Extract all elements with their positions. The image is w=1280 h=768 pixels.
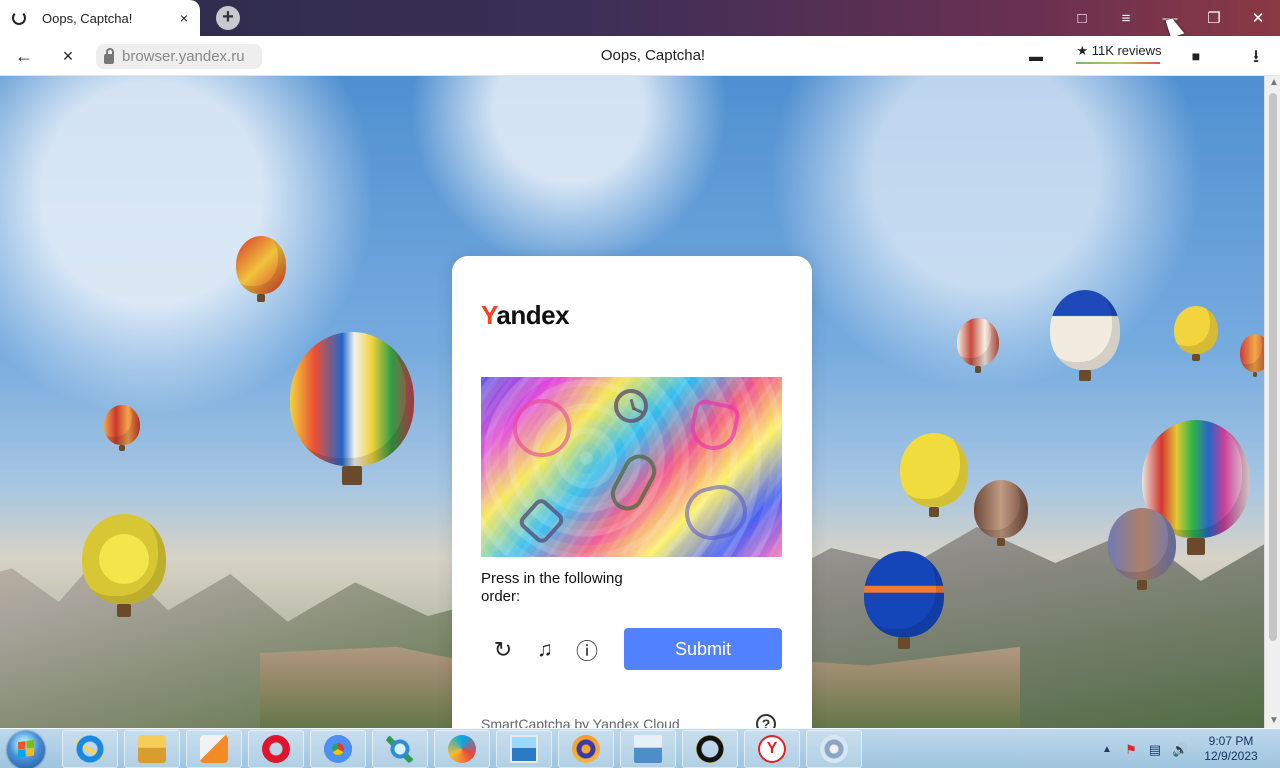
- tab-strip: Oops, Captcha! × + □ ≡ — ❐ ✕: [0, 0, 1280, 38]
- address-bar[interactable]: browser.yandex.ru: [96, 44, 262, 69]
- network-tray-icon[interactable]: ▤: [1148, 743, 1162, 757]
- background-balloon: [1174, 306, 1218, 361]
- page-content: Yandex Press in the following order: ↻ ♫…: [0, 76, 1264, 728]
- background-balloon: [1050, 290, 1120, 382]
- opera-icon[interactable]: [248, 730, 304, 768]
- background-balloon: [864, 551, 944, 650]
- captcha-challenge-image[interactable]: [481, 377, 782, 557]
- background-balloon: [1240, 334, 1264, 378]
- submit-button[interactable]: Submit: [624, 628, 782, 670]
- background-balloon: [1108, 508, 1176, 591]
- background-balloon: [900, 433, 968, 518]
- loading-icon: [12, 11, 26, 25]
- circle-face-icon[interactable]: [513, 399, 571, 457]
- captcha-instruction: Press in the following order:: [481, 570, 623, 605]
- support-icon[interactable]: [682, 730, 738, 768]
- restore-icon[interactable]: ❐: [1192, 0, 1236, 36]
- scrollbar-thumb[interactable]: [1269, 93, 1277, 641]
- browser-menu-icon[interactable]: ≡: [1104, 0, 1148, 36]
- key-icon[interactable]: [516, 495, 567, 547]
- scroll-down-icon[interactable]: ▼: [1269, 716, 1279, 726]
- photo-viewer-icon[interactable]: [496, 730, 552, 768]
- clock-time: 9:07 PM: [1208, 734, 1254, 748]
- vpn-icon[interactable]: [434, 730, 490, 768]
- captcha-card: Yandex Press in the following order: ↻ ♫…: [452, 256, 812, 728]
- stop-loading-icon[interactable]: ×: [58, 46, 78, 66]
- reviews-rating-bar: [1076, 62, 1160, 64]
- show-hidden-icons-icon[interactable]: ▲: [1100, 743, 1114, 757]
- download-icon[interactable]: ⭳: [1246, 46, 1266, 66]
- disk-icon[interactable]: [806, 730, 862, 768]
- action-center-flag-icon[interactable]: ⚑: [1124, 743, 1138, 757]
- info-icon[interactable]: ⓘ: [575, 638, 599, 664]
- bookmark-icon[interactable]: ■: [1186, 46, 1206, 66]
- background-balloon: [974, 480, 1028, 547]
- close-window-icon[interactable]: ✕: [1236, 0, 1280, 36]
- yandex-logo-rest: andex: [496, 300, 570, 330]
- windows-taskbar: Y ▲ ⚑ ▤ 🔊 9:07 PM 12/9/2023: [0, 728, 1280, 768]
- lock-icon: [104, 48, 114, 64]
- background-balloon: [104, 405, 140, 451]
- tab-title: Oops, Captcha!: [42, 10, 133, 26]
- taskbar-pinned-apps: Y: [62, 730, 862, 768]
- yandex-logo-first-letter: Y: [481, 300, 497, 330]
- taskbar-clock[interactable]: 9:07 PM 12/9/2023: [1198, 734, 1264, 764]
- browser-window: Oops, Captcha! × + □ ≡ — ❐ ✕ ← × browser…: [0, 0, 1280, 768]
- close-tab-icon[interactable]: ×: [180, 11, 188, 25]
- clock-icon[interactable]: [614, 389, 648, 423]
- navigation-bar: ← × browser.yandex.ru Oops, Captcha! ▬ ★…: [0, 36, 1280, 76]
- address-domain: browser.yandex.ru: [122, 48, 245, 65]
- internet-explorer-icon[interactable]: [62, 730, 118, 768]
- chat-icon[interactable]: ▬: [1026, 46, 1046, 66]
- refresh-icon[interactable]: ↻: [491, 637, 515, 662]
- page-title: Oops, Captcha!: [600, 47, 706, 64]
- remote-desktop-icon[interactable]: [620, 730, 676, 768]
- chrome-icon[interactable]: [310, 730, 366, 768]
- yandex-logo: Yandex: [481, 300, 570, 331]
- back-icon[interactable]: ←: [14, 46, 34, 66]
- system-tray: ▲ ⚑ ▤ 🔊 9:07 PM 12/9/2023: [1096, 729, 1280, 768]
- loop-icon[interactable]: [558, 730, 614, 768]
- capsule-icon[interactable]: [605, 448, 662, 517]
- heart-icon[interactable]: [686, 397, 742, 455]
- scroll-up-icon[interactable]: ▲: [1269, 78, 1279, 88]
- clock-date: 12/9/2023: [1204, 749, 1258, 763]
- background-balloon: [957, 318, 999, 373]
- yandex-taskbar-letter: Y: [758, 735, 786, 763]
- active-tab[interactable]: Oops, Captcha! ×: [0, 0, 200, 36]
- background-balloon: [236, 236, 286, 303]
- tabs-menu-icon[interactable]: □: [1060, 0, 1104, 36]
- new-tab-button[interactable]: +: [216, 6, 240, 30]
- background-balloon: [82, 514, 166, 617]
- mitt-icon[interactable]: [680, 480, 752, 545]
- audio-icon[interactable]: ♫: [533, 638, 557, 662]
- volume-icon[interactable]: 🔊: [1172, 743, 1188, 757]
- media-player-icon[interactable]: [186, 730, 242, 768]
- folder-icon[interactable]: [124, 730, 180, 768]
- yandex-icon[interactable]: Y: [744, 730, 800, 768]
- background-balloon: [290, 332, 414, 485]
- help-icon[interactable]: ?: [756, 714, 776, 728]
- network-icon[interactable]: [372, 730, 428, 768]
- smartcaptcha-footer: SmartCaptcha by Yandex Cloud: [481, 716, 680, 728]
- start-button[interactable]: [7, 731, 45, 768]
- page-scrollbar[interactable]: ▲ ▼: [1264, 76, 1280, 728]
